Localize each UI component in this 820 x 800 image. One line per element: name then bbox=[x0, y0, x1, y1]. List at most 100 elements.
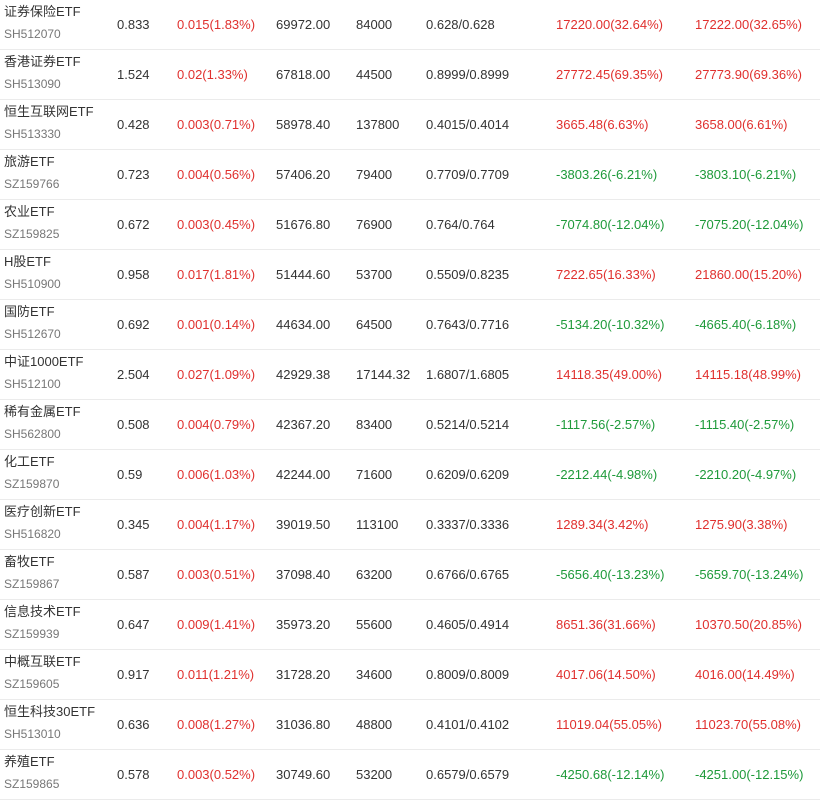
cost-cell: 0.6766/0.6765 bbox=[426, 567, 510, 582]
security-code: SZ159865 bbox=[4, 777, 60, 791]
table-row[interactable]: 化工ETF SZ159870 0.59 0.006(1.03%) 42244.0… bbox=[0, 450, 820, 500]
security-cell[interactable]: 养殖ETF SZ159865 bbox=[4, 750, 114, 799]
security-cell[interactable]: 化工ETF SZ159870 bbox=[4, 450, 114, 499]
table-row[interactable]: 证券保险ETF SH512070 0.833 0.015(1.83%) 6997… bbox=[0, 0, 820, 50]
profit-loss-cell: 3665.48(6.63%) bbox=[556, 117, 649, 132]
market-value-cell: 30749.60 bbox=[276, 767, 331, 782]
security-cell[interactable]: 医疗创新ETF SH516820 bbox=[4, 500, 114, 549]
table-row[interactable]: 旅游ETF SZ159766 0.723 0.004(0.56%) 57406.… bbox=[0, 150, 820, 200]
security-cell[interactable]: 恒生互联网ETF SH513330 bbox=[4, 100, 114, 149]
price-cell: 0.59 bbox=[117, 467, 143, 482]
security-cell[interactable]: 畜牧ETF SZ159867 bbox=[4, 550, 114, 599]
security-name[interactable]: 国防ETF bbox=[4, 304, 55, 320]
profit-loss-cell: -4250.68(-12.14%) bbox=[556, 767, 665, 782]
security-cell[interactable]: H股ETF SH510900 bbox=[4, 250, 114, 299]
security-name[interactable]: 化工ETF bbox=[4, 454, 55, 470]
security-name[interactable]: 医疗创新ETF bbox=[4, 504, 81, 520]
profit-loss-cell: -7074.80(-12.04%) bbox=[556, 217, 665, 232]
table-row[interactable]: 恒生互联网ETF SH513330 0.428 0.003(0.71%) 589… bbox=[0, 100, 820, 150]
security-cell[interactable]: 中证1000ETF SH512100 bbox=[4, 350, 114, 399]
total-profit-loss-cell: 4016.00(14.49%) bbox=[695, 667, 795, 682]
market-value-cell: 35973.20 bbox=[276, 617, 331, 632]
security-name[interactable]: 中证1000ETF bbox=[4, 354, 83, 370]
price-cell: 2.504 bbox=[117, 367, 150, 382]
table-row[interactable]: 香港证券ETF SH513090 1.524 0.02(1.33%) 67818… bbox=[0, 50, 820, 100]
security-name[interactable]: 养殖ETF bbox=[4, 754, 55, 770]
security-name[interactable]: 中概互联ETF bbox=[4, 654, 81, 670]
table-row[interactable]: 农业ETF SZ159825 0.672 0.003(0.45%) 51676.… bbox=[0, 200, 820, 250]
security-cell[interactable]: 中概互联ETF SZ159605 bbox=[4, 650, 114, 699]
security-cell[interactable]: 证券保险ETF SH512070 bbox=[4, 0, 114, 49]
cost-cell: 0.5214/0.5214 bbox=[426, 417, 510, 432]
security-code: SH512100 bbox=[4, 377, 61, 391]
change-cell: 0.015(1.83%) bbox=[177, 17, 256, 32]
security-cell[interactable]: 农业ETF SZ159825 bbox=[4, 200, 114, 249]
security-name[interactable]: 香港证券ETF bbox=[4, 54, 81, 70]
security-name[interactable]: 旅游ETF bbox=[4, 154, 55, 170]
price-cell: 0.833 bbox=[117, 17, 150, 32]
market-value-cell: 51676.80 bbox=[276, 217, 331, 232]
market-value-cell: 31036.80 bbox=[276, 717, 331, 732]
table-row[interactable]: 恒生科技30ETF SH513010 0.636 0.008(1.27%) 31… bbox=[0, 700, 820, 750]
security-name[interactable]: 农业ETF bbox=[4, 204, 55, 220]
table-row[interactable]: 畜牧ETF SZ159867 0.587 0.003(0.51%) 37098.… bbox=[0, 550, 820, 600]
table-row[interactable]: 中概互联ETF SZ159605 0.917 0.011(1.21%) 3172… bbox=[0, 650, 820, 700]
profit-loss-cell: -3803.26(-6.21%) bbox=[556, 167, 658, 182]
total-profit-loss-cell: -4665.40(-6.18%) bbox=[695, 317, 797, 332]
holdings-rows: 证券保险ETF SH512070 0.833 0.015(1.83%) 6997… bbox=[0, 0, 820, 800]
change-cell: 0.027(1.09%) bbox=[177, 367, 256, 382]
security-name[interactable]: 畜牧ETF bbox=[4, 554, 55, 570]
security-name[interactable]: 恒生科技30ETF bbox=[4, 704, 95, 720]
shares-cell: 76900 bbox=[356, 217, 393, 232]
table-row[interactable]: H股ETF SH510900 0.958 0.017(1.81%) 51444.… bbox=[0, 250, 820, 300]
change-cell: 0.001(0.14%) bbox=[177, 317, 256, 332]
table-row[interactable]: 国防ETF SH512670 0.692 0.001(0.14%) 44634.… bbox=[0, 300, 820, 350]
profit-loss-cell: 7222.65(16.33%) bbox=[556, 267, 656, 282]
market-value-cell: 37098.40 bbox=[276, 567, 331, 582]
shares-cell: 84000 bbox=[356, 17, 393, 32]
security-code: SH513010 bbox=[4, 727, 61, 741]
security-name[interactable]: 证券保险ETF bbox=[4, 4, 81, 20]
security-cell[interactable]: 恒生科技30ETF SH513010 bbox=[4, 700, 114, 749]
change-cell: 0.003(0.71%) bbox=[177, 117, 256, 132]
security-name[interactable]: 稀有金属ETF bbox=[4, 404, 81, 420]
market-value-cell: 51444.60 bbox=[276, 267, 331, 282]
table-row[interactable]: 医疗创新ETF SH516820 0.345 0.004(1.17%) 3901… bbox=[0, 500, 820, 550]
table-row[interactable]: 中证1000ETF SH512100 2.504 0.027(1.09%) 42… bbox=[0, 350, 820, 400]
security-cell[interactable]: 旅游ETF SZ159766 bbox=[4, 150, 114, 199]
cost-cell: 0.8009/0.8009 bbox=[426, 667, 510, 682]
total-profit-loss-cell: 14115.18(48.99%) bbox=[695, 367, 802, 382]
shares-cell: 71600 bbox=[356, 467, 393, 482]
profit-loss-cell: -5134.20(-10.32%) bbox=[556, 317, 665, 332]
security-name[interactable]: H股ETF bbox=[4, 254, 51, 270]
security-cell[interactable]: 香港证券ETF SH513090 bbox=[4, 50, 114, 99]
security-code: SH562800 bbox=[4, 427, 61, 441]
cost-cell: 0.628/0.628 bbox=[426, 17, 495, 32]
security-cell[interactable]: 国防ETF SH512670 bbox=[4, 300, 114, 349]
total-profit-loss-cell: 27773.90(69.36%) bbox=[695, 67, 802, 82]
total-profit-loss-cell: -4251.00(-12.15%) bbox=[695, 767, 804, 782]
change-cell: 0.004(1.17%) bbox=[177, 517, 256, 532]
security-name[interactable]: 恒生互联网ETF bbox=[4, 104, 94, 120]
price-cell: 1.524 bbox=[117, 67, 150, 82]
table-row[interactable]: 养殖ETF SZ159865 0.578 0.003(0.52%) 30749.… bbox=[0, 750, 820, 800]
market-value-cell: 57406.20 bbox=[276, 167, 331, 182]
security-name[interactable]: 信息技术ETF bbox=[4, 604, 81, 620]
table-row[interactable]: 稀有金属ETF SH562800 0.508 0.004(0.79%) 4236… bbox=[0, 400, 820, 450]
cost-cell: 1.6807/1.6805 bbox=[426, 367, 510, 382]
profit-loss-cell: 27772.45(69.35%) bbox=[556, 67, 663, 82]
total-profit-loss-cell: 17222.00(32.65%) bbox=[695, 17, 802, 32]
shares-cell: 83400 bbox=[356, 417, 393, 432]
table-row[interactable]: 信息技术ETF SZ159939 0.647 0.009(1.41%) 3597… bbox=[0, 600, 820, 650]
price-cell: 0.692 bbox=[117, 317, 150, 332]
price-cell: 0.636 bbox=[117, 717, 150, 732]
total-profit-loss-cell: -2210.20(-4.97%) bbox=[695, 467, 797, 482]
shares-cell: 34600 bbox=[356, 667, 393, 682]
shares-cell: 53700 bbox=[356, 267, 393, 282]
security-cell[interactable]: 稀有金属ETF SH562800 bbox=[4, 400, 114, 449]
security-code: SH510900 bbox=[4, 277, 61, 291]
price-cell: 0.647 bbox=[117, 617, 150, 632]
price-cell: 0.917 bbox=[117, 667, 150, 682]
security-cell[interactable]: 信息技术ETF SZ159939 bbox=[4, 600, 114, 649]
holdings-table: 证券保险ETF SH512070 0.833 0.015(1.83%) 6997… bbox=[0, 0, 820, 800]
